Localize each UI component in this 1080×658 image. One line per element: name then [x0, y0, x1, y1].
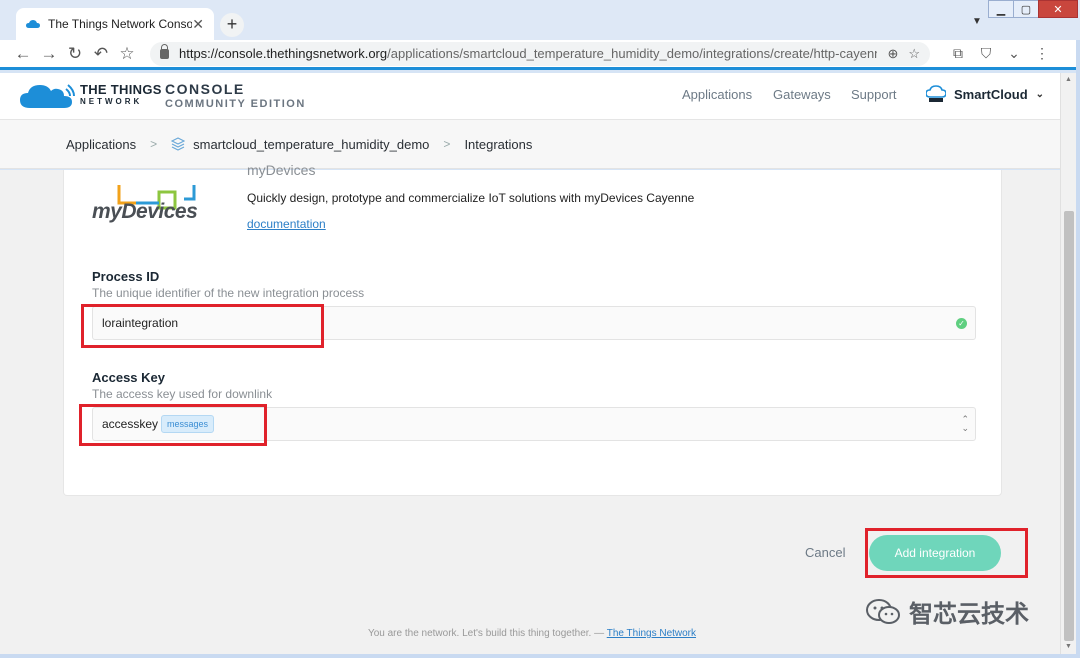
breadcrumb-application[interactable]: smartcloud_temperature_humidity_demo [193, 137, 429, 152]
breadcrumb-integrations: Integrations [464, 136, 533, 152]
console-title: CONSOLE [165, 81, 245, 97]
forward-icon[interactable]: → [36, 41, 62, 67]
ttn-cloud-logo-icon[interactable] [20, 83, 76, 109]
new-tab-button[interactable]: + [220, 13, 244, 37]
breadcrumb-separator: > [150, 137, 158, 151]
wechat-icon [866, 598, 900, 624]
access-key-hint: The access key used for downlink [92, 387, 273, 401]
watermark-text: 智芯云技术 [909, 601, 1029, 628]
page-content: myDevices myDevices Quickly design, prot… [0, 162, 1060, 654]
highlight-access-key [79, 404, 267, 446]
browser-menu-icon[interactable]: ⋮ [1028, 45, 1056, 62]
shield-extension-icon[interactable]: ⛉ [972, 45, 1000, 62]
window-frame-right [1076, 40, 1080, 658]
tab-title: The Things Network Console [48, 17, 193, 31]
chevron-down-icon: ⌄ [1035, 88, 1045, 100]
window-close-button[interactable]: ✕ [1038, 0, 1078, 18]
zoom-icon[interactable]: ⊕ [887, 46, 898, 62]
address-bar[interactable]: https://console.thethingsnetwork.org/app… [150, 41, 930, 66]
url-host: https://console.thethingsnetwork.org [179, 46, 388, 61]
browser-toolbar: ← → ↻ ↶ ☆ https://console.thethingsnetwo… [0, 40, 1080, 70]
footer-link[interactable]: The Things Network [607, 628, 696, 639]
ttn-header: THE THINGS NETWORK CONSOLE COMMUNITY EDI… [0, 73, 1060, 120]
breadcrumb-separator: > [443, 137, 451, 151]
footer-text: You are the network. Let's build this th… [367, 628, 605, 639]
bookmark-icon[interactable]: ☆ [114, 41, 140, 67]
console-edition: COMMUNITY EDITION [165, 98, 306, 110]
url-path: /applications/smartcloud_temperature_hum… [387, 46, 878, 61]
mydevices-logo-text: myDevices [92, 200, 198, 223]
window-maximize-button[interactable]: ▢ [1013, 0, 1039, 18]
layers-icon [171, 137, 186, 151]
download-icon[interactable]: ⌄ [1000, 45, 1028, 62]
watermark: 智芯云技术 [865, 594, 1029, 629]
nav-gateways[interactable]: Gateways [773, 87, 831, 102]
lock-icon [160, 43, 169, 59]
page-scrollbar[interactable]: ▲ ▼ [1060, 73, 1076, 654]
valid-check-icon: ✓ [956, 318, 967, 329]
user-menu[interactable]: SmartCloud ⌄ [926, 85, 1044, 103]
footer: You are the network. Let's build this th… [0, 628, 1060, 639]
ttn-favicon-icon [26, 20, 40, 28]
nav-support[interactable]: Support [851, 87, 897, 102]
scroll-down-icon[interactable]: ▼ [1065, 643, 1072, 650]
star-icon[interactable]: ☆ [908, 46, 920, 62]
breadcrumb-applications[interactable]: Applications [66, 137, 136, 152]
process-id-hint: The unique identifier of the new integra… [92, 286, 365, 300]
scrollbar-thumb[interactable] [1064, 211, 1074, 641]
add-integration-button[interactable]: Add integration [869, 535, 1001, 571]
select-arrows-icon: ⌃ ⌄ [961, 414, 969, 433]
window-minimize-button[interactable]: ▁ [988, 0, 1014, 18]
scroll-up-icon[interactable]: ▲ [1065, 76, 1072, 83]
breadcrumb: Applications > smartcloud_temperature_hu… [0, 120, 1060, 169]
user-name: SmartCloud [954, 86, 1028, 102]
back-icon[interactable]: ← [10, 41, 36, 67]
highlight-process-id [81, 304, 324, 348]
process-id-label: Process ID [92, 269, 160, 284]
brand-line2: NETWORK [80, 97, 143, 106]
window-frame-bottom [0, 654, 1080, 658]
browser-tab[interactable]: The Things Network Console ✕ [16, 8, 214, 40]
tab-close-icon[interactable]: ✕ [192, 16, 204, 33]
nav-applications[interactable]: Applications [682, 87, 752, 102]
tab-dropdown-icon[interactable]: ▼ [972, 16, 982, 27]
integration-name: myDevices [247, 162, 316, 178]
documentation-link[interactable]: documentation [247, 217, 326, 231]
access-key-label: Access Key [92, 370, 165, 385]
integration-description: Quickly design, prototype and commercial… [247, 191, 695, 205]
brand-line1: THE THINGS [80, 82, 162, 97]
crop-extension-icon[interactable]: ⧉ [944, 45, 972, 62]
browser-tab-bar: The Things Network Console ✕ + ▼ ▁ ▢ ✕ [0, 0, 1080, 40]
undo-icon[interactable]: ↶ [88, 41, 114, 67]
reload-icon[interactable]: ↻ [62, 41, 88, 67]
cancel-button[interactable]: Cancel [805, 545, 845, 560]
user-avatar-icon [926, 85, 946, 102]
